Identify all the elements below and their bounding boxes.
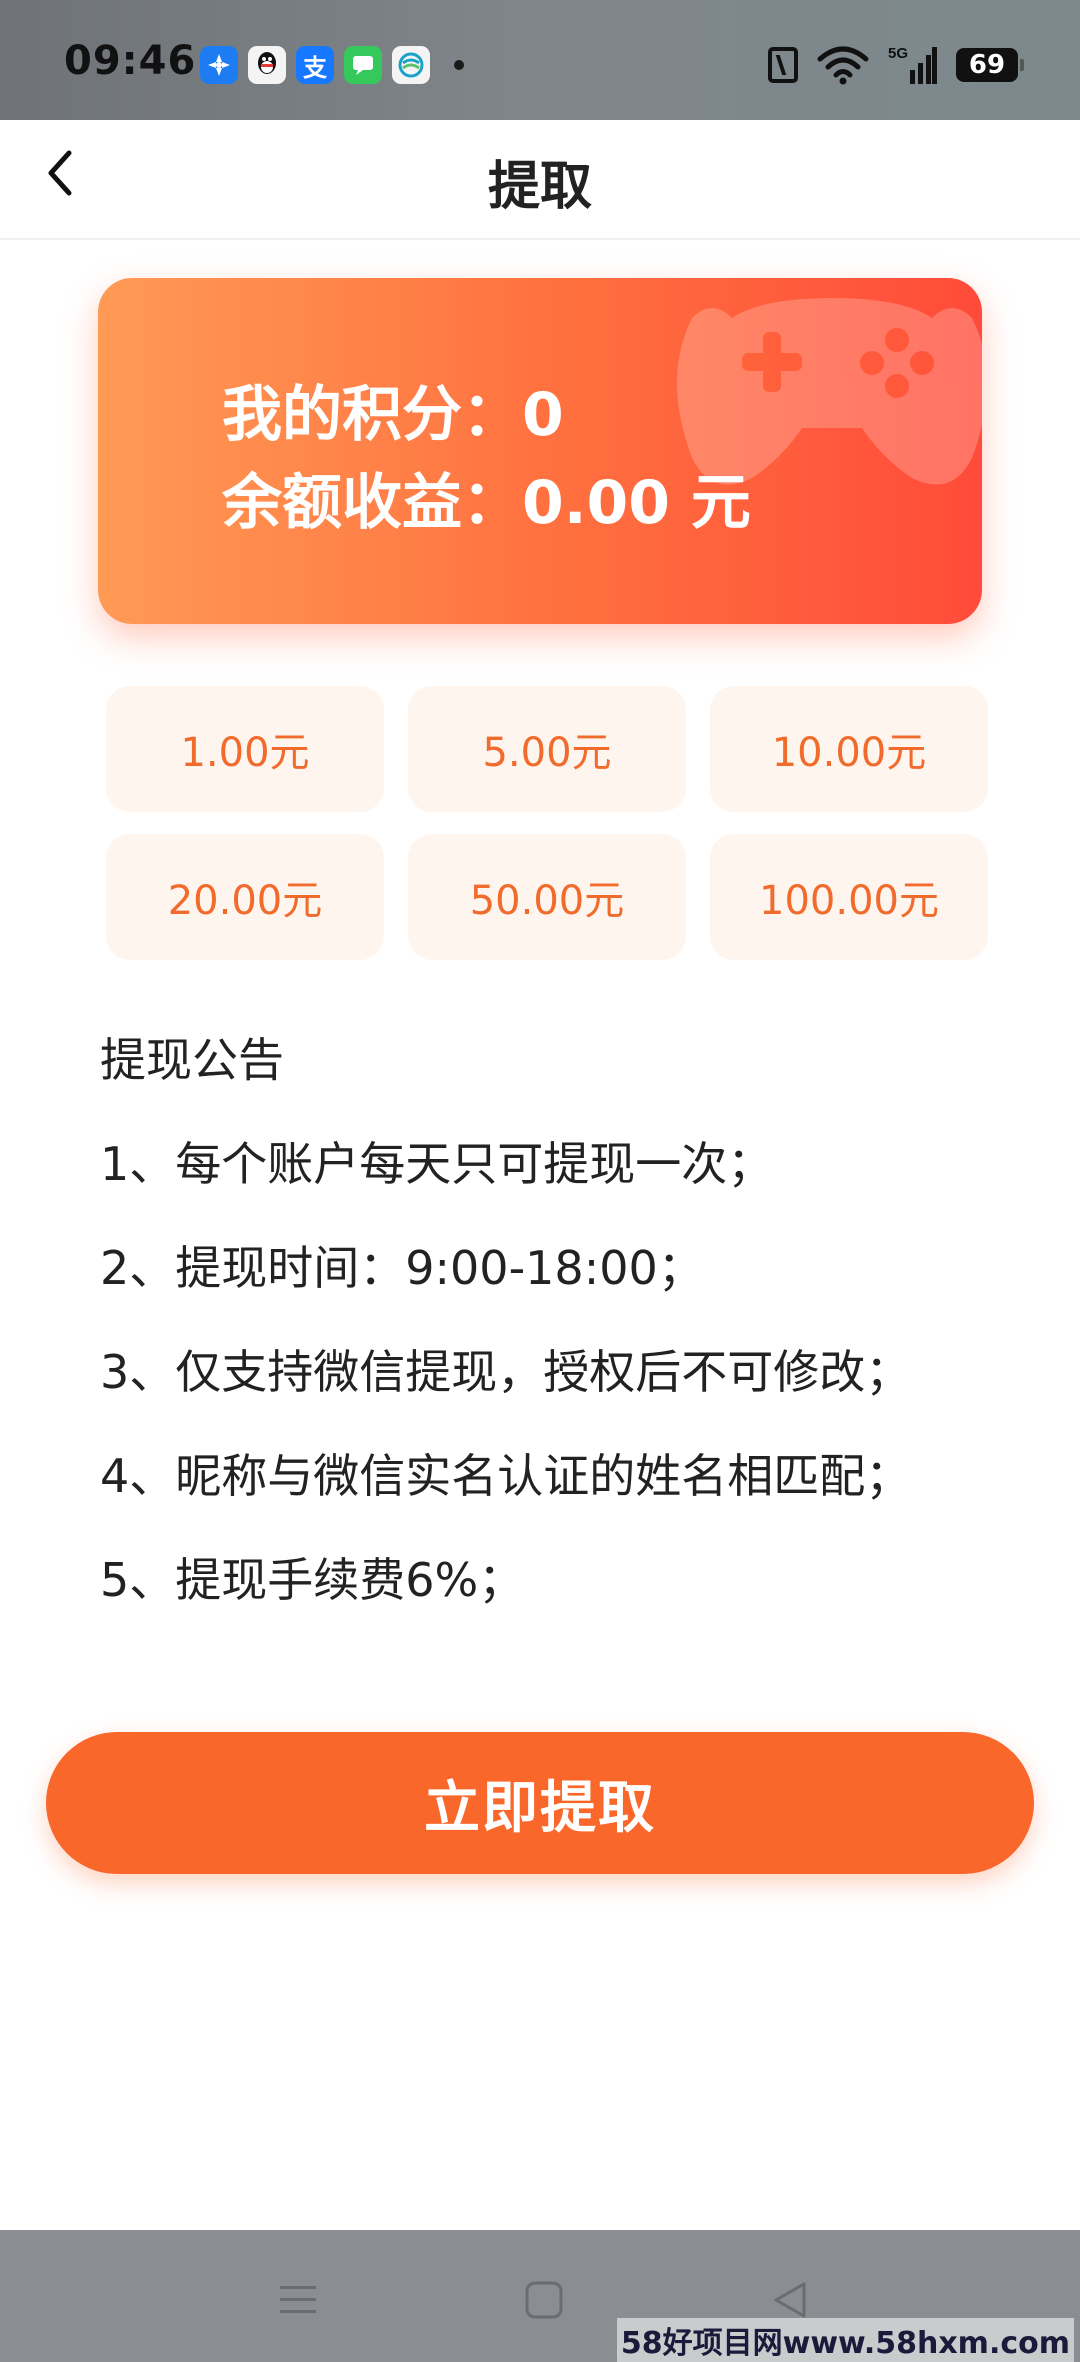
status-time: 09:46	[64, 38, 197, 84]
notice-item: 5、提现手续费6%；	[100, 1553, 525, 1607]
home-button[interactable]	[514, 2270, 574, 2330]
notice-title: 提现公告	[100, 1033, 284, 1087]
amount-option-50[interactable]: 50.00元	[408, 834, 686, 960]
notice-item: 1、每个账户每天只可提现一次；	[100, 1137, 774, 1191]
watermark: 58好项目网www.58hxm.com	[616, 2318, 1074, 2362]
amount-option-5[interactable]: 5.00元	[408, 686, 686, 812]
fengche-app-icon	[200, 46, 238, 84]
network-type-label: 5G	[888, 45, 908, 62]
system-indicators: 5G 69	[768, 44, 1024, 86]
system-nav-bar: 58好项目网www.58hxm.com	[0, 2230, 1080, 2362]
recent-apps-button[interactable]	[268, 2270, 328, 2330]
battery-indicator: 69	[956, 48, 1024, 82]
more-notifications-dot	[454, 60, 464, 70]
china-mobile-icon	[392, 46, 430, 84]
top-nav-bar: 提取	[0, 120, 1080, 240]
qq-icon	[248, 46, 286, 84]
amount-option-1[interactable]: 1.00元	[106, 686, 384, 812]
balance-label: 余额收益：0.00 元	[222, 468, 751, 538]
amount-option-10[interactable]: 10.00元	[710, 686, 988, 812]
page-title: 提取	[487, 157, 592, 217]
amount-option-100[interactable]: 100.00元	[710, 834, 988, 960]
messages-icon	[344, 46, 382, 84]
status-bar: 09:46 支 5G 69	[0, 0, 1080, 120]
triangle-back-icon	[774, 2282, 806, 2318]
amount-option-20[interactable]: 20.00元	[106, 834, 384, 960]
notice-list: 1、每个账户每天只可提现一次； 2、提现时间：9:00-18:00； 3、仅支持…	[100, 1128, 911, 1648]
cellular-signal-icon: 5G	[888, 44, 938, 86]
notification-icons: 支	[200, 46, 464, 84]
points-label: 我的积分：0	[222, 380, 564, 450]
menu-icon	[280, 2286, 316, 2313]
notice-item: 2、提现时间：9:00-18:00；	[100, 1241, 704, 1295]
notice-item: 4、昵称与微信实名认证的姓名相匹配；	[100, 1449, 912, 1503]
nfc-icon	[768, 47, 798, 83]
wifi-icon	[816, 45, 870, 85]
notice-item: 3、仅支持微信提现，授权后不可修改；	[100, 1345, 912, 1399]
alipay-icon: 支	[296, 46, 334, 84]
withdraw-now-button[interactable]: 立即提取	[46, 1732, 1034, 1874]
square-icon	[525, 2281, 563, 2319]
amount-options: 1.00元 5.00元 10.00元 20.00元 50.00元 100.00元	[106, 686, 988, 960]
balance-card: 我的积分：0 余额收益：0.00 元	[98, 278, 982, 624]
